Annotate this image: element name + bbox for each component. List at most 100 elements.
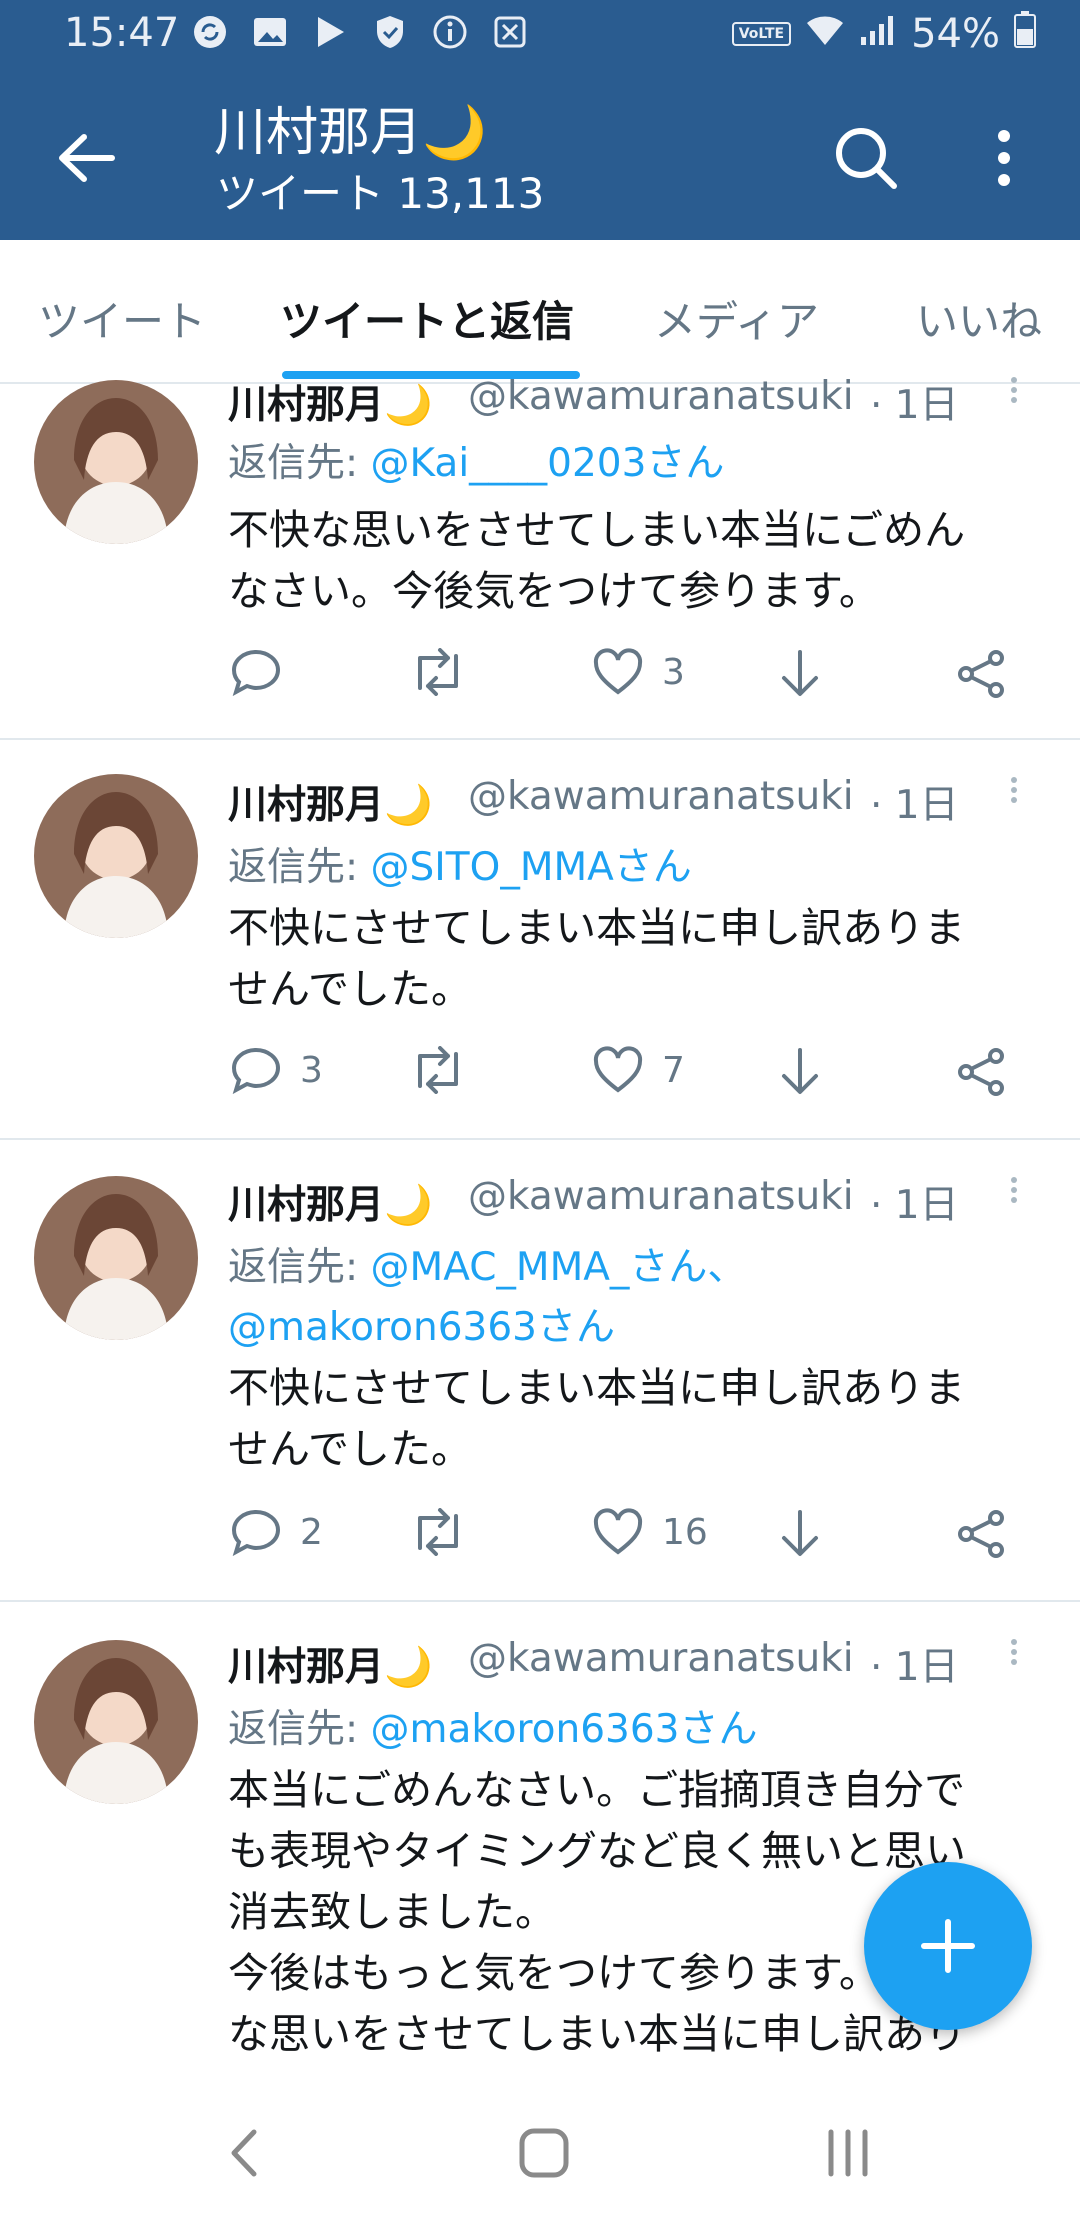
search-icon [836,128,897,189]
reply-to: 返信先: @MAC_MMA_さん、 [228,1236,746,1292]
tweet-menu-button[interactable] [994,1632,1034,1672]
author-name[interactable]: 川村那月🌙 [228,774,433,830]
share-download-button[interactable] [776,1508,824,1560]
share-download-button[interactable] [776,1046,824,1098]
nav-back-button[interactable] [204,2118,284,2188]
retweet-icon [418,1508,458,1556]
like-button[interactable]: 7 [592,1046,685,1094]
wifi-icon [805,11,845,57]
tweet-text: 不快にさせてしまい本当に申し訳ありま せんでした。 [228,1358,1028,1480]
reply-account[interactable]: @MAC_MMA_さん、 [371,1245,747,1290]
tweet-text-line: 不快にさせてしまい本当に申し訳ありま [228,904,966,952]
reply-account[interactable]: @Kai____0203さん [371,441,725,486]
system-status: VoLTE 54% [731,10,1036,58]
avatar[interactable] [34,774,198,938]
author-name[interactable]: 川村那月🌙 [228,374,433,430]
share-icon [958,1510,1004,1558]
tweet-text-line: せんでした。 [228,965,472,1013]
reply-prefix: 返信先: [228,1707,359,1752]
reply-icon [231,649,281,696]
heart-icon [593,648,643,695]
tab-likes[interactable]: いいね [916,288,1042,349]
author-name[interactable]: 川村那月🌙 [228,1636,433,1692]
avatar[interactable] [34,1640,198,1804]
like-button[interactable]: 3 [592,648,685,696]
share-button[interactable] [956,1508,1008,1560]
arrow-down-icon [782,1048,818,1094]
tweet[interactable]: 川村那月🌙 @kawamuranatsuki · 1日 返信先: @Kai___… [0,374,1080,740]
reply-to: 返信先: @makoron6363さん [228,1698,758,1754]
tab-tweets[interactable]: ツイート [38,288,206,349]
reply-to: 返信先: @SITO_MMAさん [228,836,692,892]
compose-tweet-button[interactable] [864,1862,1032,2030]
like-count: 16 [662,1511,708,1553]
reply-prefix: 返信先: [228,441,359,486]
tweet-count: ツイート 13,113 [216,169,545,218]
avatar[interactable] [34,1176,198,1340]
info-icon [430,12,470,52]
nav-home-button[interactable] [504,2118,584,2188]
more-vertical-icon [1011,1639,1017,1665]
reply-account[interactable]: @makoron6363さん [371,1707,758,1752]
tweet-time: · 1日 [870,1183,959,1228]
like-button[interactable]: 16 [592,1508,708,1556]
author-handle: @kawamuranatsuki [468,1174,854,1219]
shield-icon [370,12,410,52]
like-count: 7 [662,1049,685,1091]
share-button[interactable] [956,648,1008,700]
nav-back-icon [231,2129,257,2177]
play-store-icon [310,12,350,52]
tweet-time: · 1日 [870,383,959,428]
share-download-button[interactable] [776,648,824,700]
tweet[interactable]: 川村那月🌙 @kawamuranatsuki · 1日 返信先: @MAC_MM… [0,1140,1080,1602]
volte-badge: VoLTE [731,22,792,46]
retweet-button[interactable] [408,1508,468,1556]
tweet-menu-button[interactable] [994,370,1034,410]
tweet-text-line: 不快にさせてしまい本当に申し訳ありま [228,1364,966,1412]
tab-tweets-and-replies[interactable]: ツイートと返信 [280,288,574,349]
retweet-button[interactable] [408,1046,468,1094]
nav-recents-button[interactable] [808,2118,888,2188]
reply-icon [231,1047,281,1094]
plus-icon [921,1919,975,1973]
retweet-icon [418,648,458,696]
reply-to: 返信先: @Kai____0203さん [228,432,724,488]
arrow-down-icon [782,1510,818,1556]
tweet-text-line: 本当にごめんなさい。ご指摘頂き自分で [228,1766,966,1814]
reply-prefix: 返信先: [228,845,359,890]
status-bar: 15:47 VoLTE 54% [0,0,1080,70]
share-button[interactable] [956,1046,1008,1098]
reply-button[interactable]: 3 [230,1046,323,1094]
tweet-text: 不快な思いをさせてしまい本当にごめん なさい。今後気をつけて参ります。 [228,500,1028,622]
tweet[interactable]: 川村那月🌙 @kawamuranatsuki · 1日 返信先: @SITO_M… [0,740,1080,1140]
retweet-button[interactable] [408,648,468,696]
heart-icon [593,1046,643,1093]
more-vertical-icon [1011,377,1017,403]
avatar[interactable] [34,380,198,544]
signal-icon [859,11,897,57]
reply-button[interactable] [230,648,282,696]
search-button[interactable] [826,118,906,198]
tweet-text: 不快にさせてしまい本当に申し訳ありま せんでした。 [228,898,1028,1020]
tweet-menu-button[interactable] [994,770,1034,810]
profile-name: 川村那月🌙 [214,103,487,163]
tweet-text-line: なさい。今後気をつけて参ります。 [228,567,880,615]
more-options-button[interactable] [964,118,1044,198]
tweet-text-line: 不快な思いをさせてしまい本当にごめん [228,506,966,554]
reply-account[interactable]: @SITO_MMAさん [371,845,692,890]
tweet-time: · 1日 [870,1645,959,1690]
tab-media[interactable]: メディア [654,288,819,349]
notification-icons [190,12,530,52]
sync-icon [190,12,230,52]
nav-home-icon [519,2128,569,2178]
tweet-menu-button[interactable] [994,1170,1034,1210]
author-handle: @kawamuranatsuki [468,774,854,819]
back-button[interactable] [46,118,126,198]
heart-icon [593,1508,643,1555]
author-name[interactable]: 川村那月🌙 [228,1174,433,1230]
reply-account[interactable]: @makoron6363さん [228,1305,615,1350]
reply-button[interactable]: 2 [230,1508,323,1556]
profile-header: 15:47 VoLTE 54% 川村那月🌙 ツイート 13,113 [0,0,1080,240]
reply-prefix: 返信先: [228,1245,359,1290]
ikimono-icon [490,12,530,52]
